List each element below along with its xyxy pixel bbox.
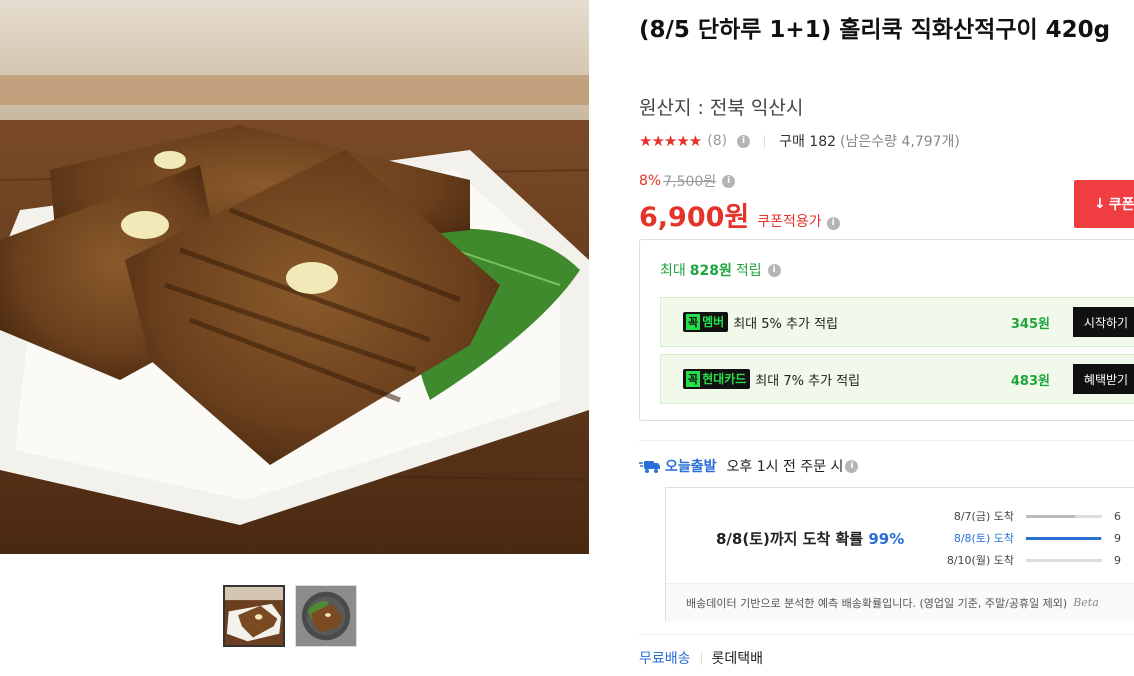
coupon-price-label: 쿠폰적용가 [757,214,822,230]
badge-ggok: 꼭 [686,370,701,387]
info-icon[interactable]: i [845,459,859,473]
reward-amount: 345원 [1010,316,1050,332]
courier-name: 롯데택배 [711,651,764,667]
forecast-bar-fill [1026,536,1102,540]
sale-price: 6,900원 [639,202,750,233]
forecast-bar-fill [1026,514,1075,518]
purchase-count: 구매 182 [779,134,837,150]
forecast-bar [1026,514,1102,518]
forecast-row: 8/10(월) 도착 9 [916,549,1121,571]
reward-row-card: 꼭 현대카드 최대 7% 추가 적립 483원 혜택받기 [660,354,1134,404]
forecast-row: 8/8(토) 도착 9 [916,527,1121,549]
start-button[interactable]: 시작하기 [1073,307,1134,337]
reward-desc: 최대 5% 추가 적립 [733,316,838,332]
rating-row: ★★★★★ (8) i 구매 182 (남은수량 4,797개) [639,131,960,151]
discount-rate: 8% [639,173,662,189]
beta-label: Beta [1073,596,1099,609]
card-badge: 꼭 현대카드 [683,369,751,389]
product-title: (8/5 단하루 1+1) 홀리쿡 직화산적구이 420g [639,17,1111,43]
sale-row: 6,900원 쿠폰적용가 i [639,195,840,234]
reward-head: 최대 828원 적립 i [660,260,781,280]
shipping-head: 오늘출발 오후 1시 전 주문 시 i [639,456,859,476]
forecast-date: 8/8(토) 도착 [953,532,1014,545]
info-icon[interactable]: i [826,217,840,230]
product-origin: 원산지 : 전북 익산시 [639,97,804,119]
delivery-forecast: 8/8(토)까지 도착 확률 99% 8/7(금) 도착 6 8/8(토) 도착… [665,487,1134,621]
coupon-button-label: 쿠폰 [1108,197,1134,213]
reward-amount: 483원 [1010,373,1050,389]
badge-text: 멤버 [702,315,725,329]
shipping-foot: 무료배송 롯데택배 [639,648,763,668]
truck-icon [639,461,660,473]
reward-head-suffix: 적립 [735,263,762,279]
forecast-pct: 99% [868,530,905,548]
thumbnail-2[interactable] [295,585,357,647]
forecast-value: 9 [1114,553,1121,567]
download-icon: ↓ [1094,196,1106,212]
review-count-link[interactable]: (8) [707,133,727,149]
divider [764,134,766,148]
info-icon[interactable]: i [722,174,736,188]
divider [700,651,702,665]
forecast-list: 8/7(금) 도착 6 8/8(토) 도착 9 8/10(월) 도착 9 [916,505,1121,571]
forecast-value: 9 [1114,531,1121,545]
price-block: 8% 7,500원 i 6,900원 쿠폰적용가 i [639,171,840,234]
forecast-date: 8/10(월) 도착 [946,554,1014,567]
forecast-note-text: 배송데이터 기반으로 분석한 예측 배송확률입니다. (영업일 기준, 주말/공… [686,596,1068,610]
divider [639,440,1134,441]
coupon-download-button[interactable]: ↓ 쿠폰 [1074,180,1134,228]
forecast-bar [1026,558,1102,562]
thumbnail-list [223,585,357,647]
info-icon[interactable]: i [737,134,751,148]
forecast-date: 8/7(금) 도착 [953,510,1014,523]
thumbnail-1[interactable] [223,585,285,647]
stock-remaining: (남은수량 4,797개) [840,134,960,150]
forecast-bar [1026,536,1102,540]
forecast-row: 8/7(금) 도착 6 [916,505,1121,527]
ship-condition: 오후 1시 전 주문 시 [726,459,844,475]
forecast-value: 6 [1114,509,1121,523]
reward-desc: 최대 7% 추가 적립 [755,373,861,389]
reward-head-prefix: 최대 [660,263,686,279]
reward-box: 최대 828원 적립 i 꼭 멤버 최대 5% 추가 적립 345원 시작하기 … [639,239,1134,421]
free-shipping-label: 무료배송 [639,651,691,667]
forecast-note: 배송데이터 기반으로 분석한 예측 배송확률입니다. (영업일 기준, 주말/공… [666,583,1134,621]
info-icon[interactable]: i [767,263,781,277]
forecast-main: 8/8(토)까지 도착 확률 99% [716,528,904,549]
badge-text: 현대카드 [702,372,747,386]
reward-row-member: 꼭 멤버 최대 5% 추가 적립 345원 시작하기 [660,297,1134,347]
reward-head-amount: 828원 [689,263,732,279]
forecast-main-text: 8/8(토)까지 도착 확률 [716,530,864,548]
today-ship-label: 오늘출발 [665,459,717,475]
rating-stars: ★★★★★ [639,132,702,150]
badge-ggok: 꼭 [686,313,701,330]
discount-row: 8% 7,500원 i [639,171,840,191]
benefit-button[interactable]: 혜택받기 [1073,364,1134,394]
original-price: 7,500원 [663,174,717,190]
divider [639,634,1134,635]
main-product-image [0,0,589,554]
member-badge: 꼭 멤버 [683,312,729,332]
